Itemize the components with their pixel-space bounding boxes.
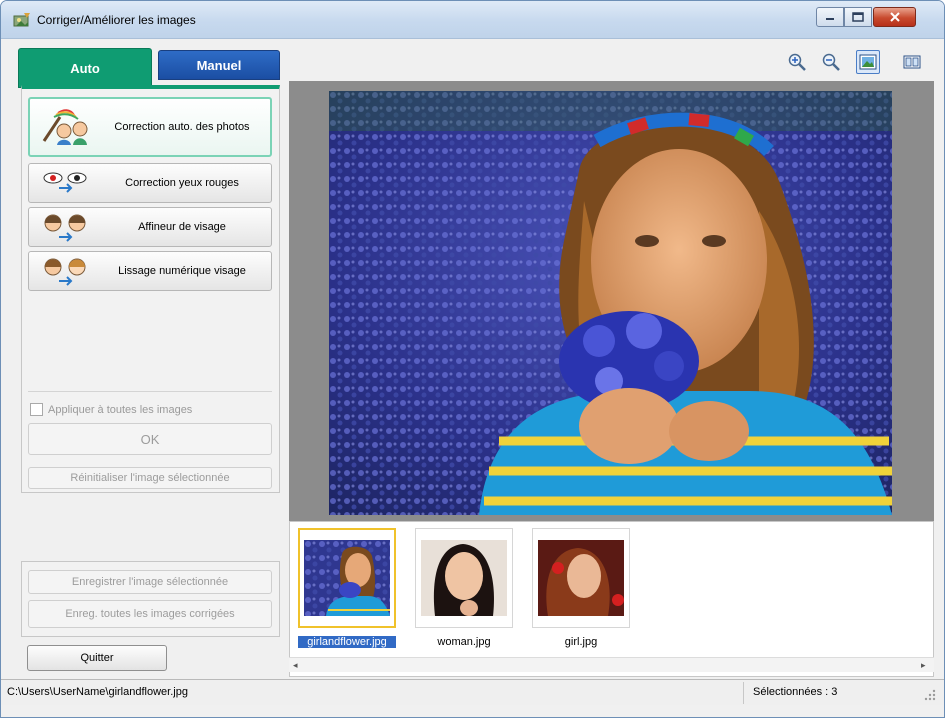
maximize-button[interactable] — [844, 7, 872, 27]
thumbnail-scrollbar[interactable]: ◂ ▸ — [289, 657, 934, 672]
resize-grip-icon[interactable] — [923, 688, 937, 702]
minimize-icon — [826, 18, 834, 20]
thumbnail-item[interactable]: woman.jpg — [415, 528, 513, 648]
zoom-out-button[interactable] — [819, 50, 843, 74]
save-panel: Enregistrer l'image sélectionnée Enreg. … — [21, 561, 280, 637]
save-all-button[interactable]: Enreg. toutes les images corrigées — [28, 600, 272, 628]
preview-area — [289, 81, 934, 521]
digital-face-smoothing-label: Lissage numérique visage — [118, 265, 246, 277]
zoom-out-icon — [822, 53, 840, 71]
status-bar: C:\Users\UserName\girlandflower.jpg Séle… — [1, 679, 944, 705]
close-button[interactable] — [873, 7, 916, 27]
thumbnail-caption: girl.jpg — [564, 636, 598, 648]
thumbnail-strip: girlandflower.jpg woman.jpg girl.jpg — [289, 521, 934, 677]
reset-selected-button[interactable]: Réinitialiser l'image sélectionnée — [28, 467, 272, 489]
tab-auto[interactable]: Auto — [18, 48, 152, 88]
status-file-path: C:\Users\UserName\girlandflower.jpg — [7, 686, 188, 698]
auto-functions-panel: Correction auto. des photos Correction y… — [21, 85, 280, 493]
scroll-right-icon[interactable]: ▸ — [921, 661, 930, 670]
auto-photo-fix-label: Correction auto. des photos — [114, 121, 250, 133]
face-sharpener-icon — [44, 214, 86, 242]
face-sharpener-label: Affineur de visage — [138, 221, 226, 233]
thumbnail-image — [538, 540, 624, 616]
whole-image-view-button[interactable] — [856, 50, 880, 74]
apply-all-checkbox[interactable] — [30, 403, 43, 416]
app-icon — [13, 13, 30, 27]
auto-photo-fix-icon — [42, 109, 88, 145]
zoom-in-icon — [788, 53, 806, 71]
status-divider — [743, 682, 744, 704]
thumbnail-image — [421, 540, 507, 616]
compare-view-icon — [903, 55, 921, 69]
thumbnail-item[interactable]: girlandflower.jpg — [298, 528, 396, 648]
red-eye-icon — [43, 172, 87, 193]
maximize-icon — [852, 12, 864, 22]
quit-button[interactable]: Quitter — [27, 645, 167, 671]
apply-all-row: Appliquer à toutes les images — [30, 403, 192, 416]
digital-face-smoothing-button[interactable]: Lissage numérique visage — [28, 251, 272, 291]
scroll-left-icon[interactable]: ◂ — [293, 661, 302, 670]
panel-divider — [28, 391, 272, 392]
whole-image-view-icon — [859, 54, 877, 70]
red-eye-label: Correction yeux rouges — [125, 177, 239, 189]
title-bar: Corriger/Améliorer les images — [1, 1, 944, 39]
preview-photo[interactable] — [329, 91, 892, 515]
digital-face-smoothing-icon — [44, 258, 86, 286]
thumbnail-caption: woman.jpg — [437, 636, 491, 648]
thumbnail-image — [304, 540, 390, 616]
window-title: Corriger/Améliorer les images — [37, 13, 196, 27]
auto-photo-fix-button[interactable]: Correction auto. des photos — [28, 97, 272, 157]
app-window: Corriger/Améliorer les images Auto Manue… — [0, 0, 945, 718]
status-selected-count: Sélectionnées : 3 — [753, 686, 838, 698]
ok-button[interactable]: OK — [28, 423, 272, 455]
save-selected-button[interactable]: Enregistrer l'image sélectionnée — [28, 570, 272, 594]
thumbnail-item[interactable]: girl.jpg — [532, 528, 630, 648]
mode-tabs: Auto Manuel — [18, 48, 280, 88]
close-icon — [889, 12, 900, 22]
tab-manuel[interactable]: Manuel — [158, 50, 280, 80]
thumbnail-caption: girlandflower.jpg — [298, 636, 396, 648]
red-eye-button[interactable]: Correction yeux rouges — [28, 163, 272, 203]
face-sharpener-button[interactable]: Affineur de visage — [28, 207, 272, 247]
zoom-in-button[interactable] — [785, 50, 809, 74]
compare-view-button[interactable] — [900, 50, 924, 74]
apply-all-label: Appliquer à toutes les images — [48, 403, 193, 416]
minimize-button[interactable] — [816, 7, 844, 27]
